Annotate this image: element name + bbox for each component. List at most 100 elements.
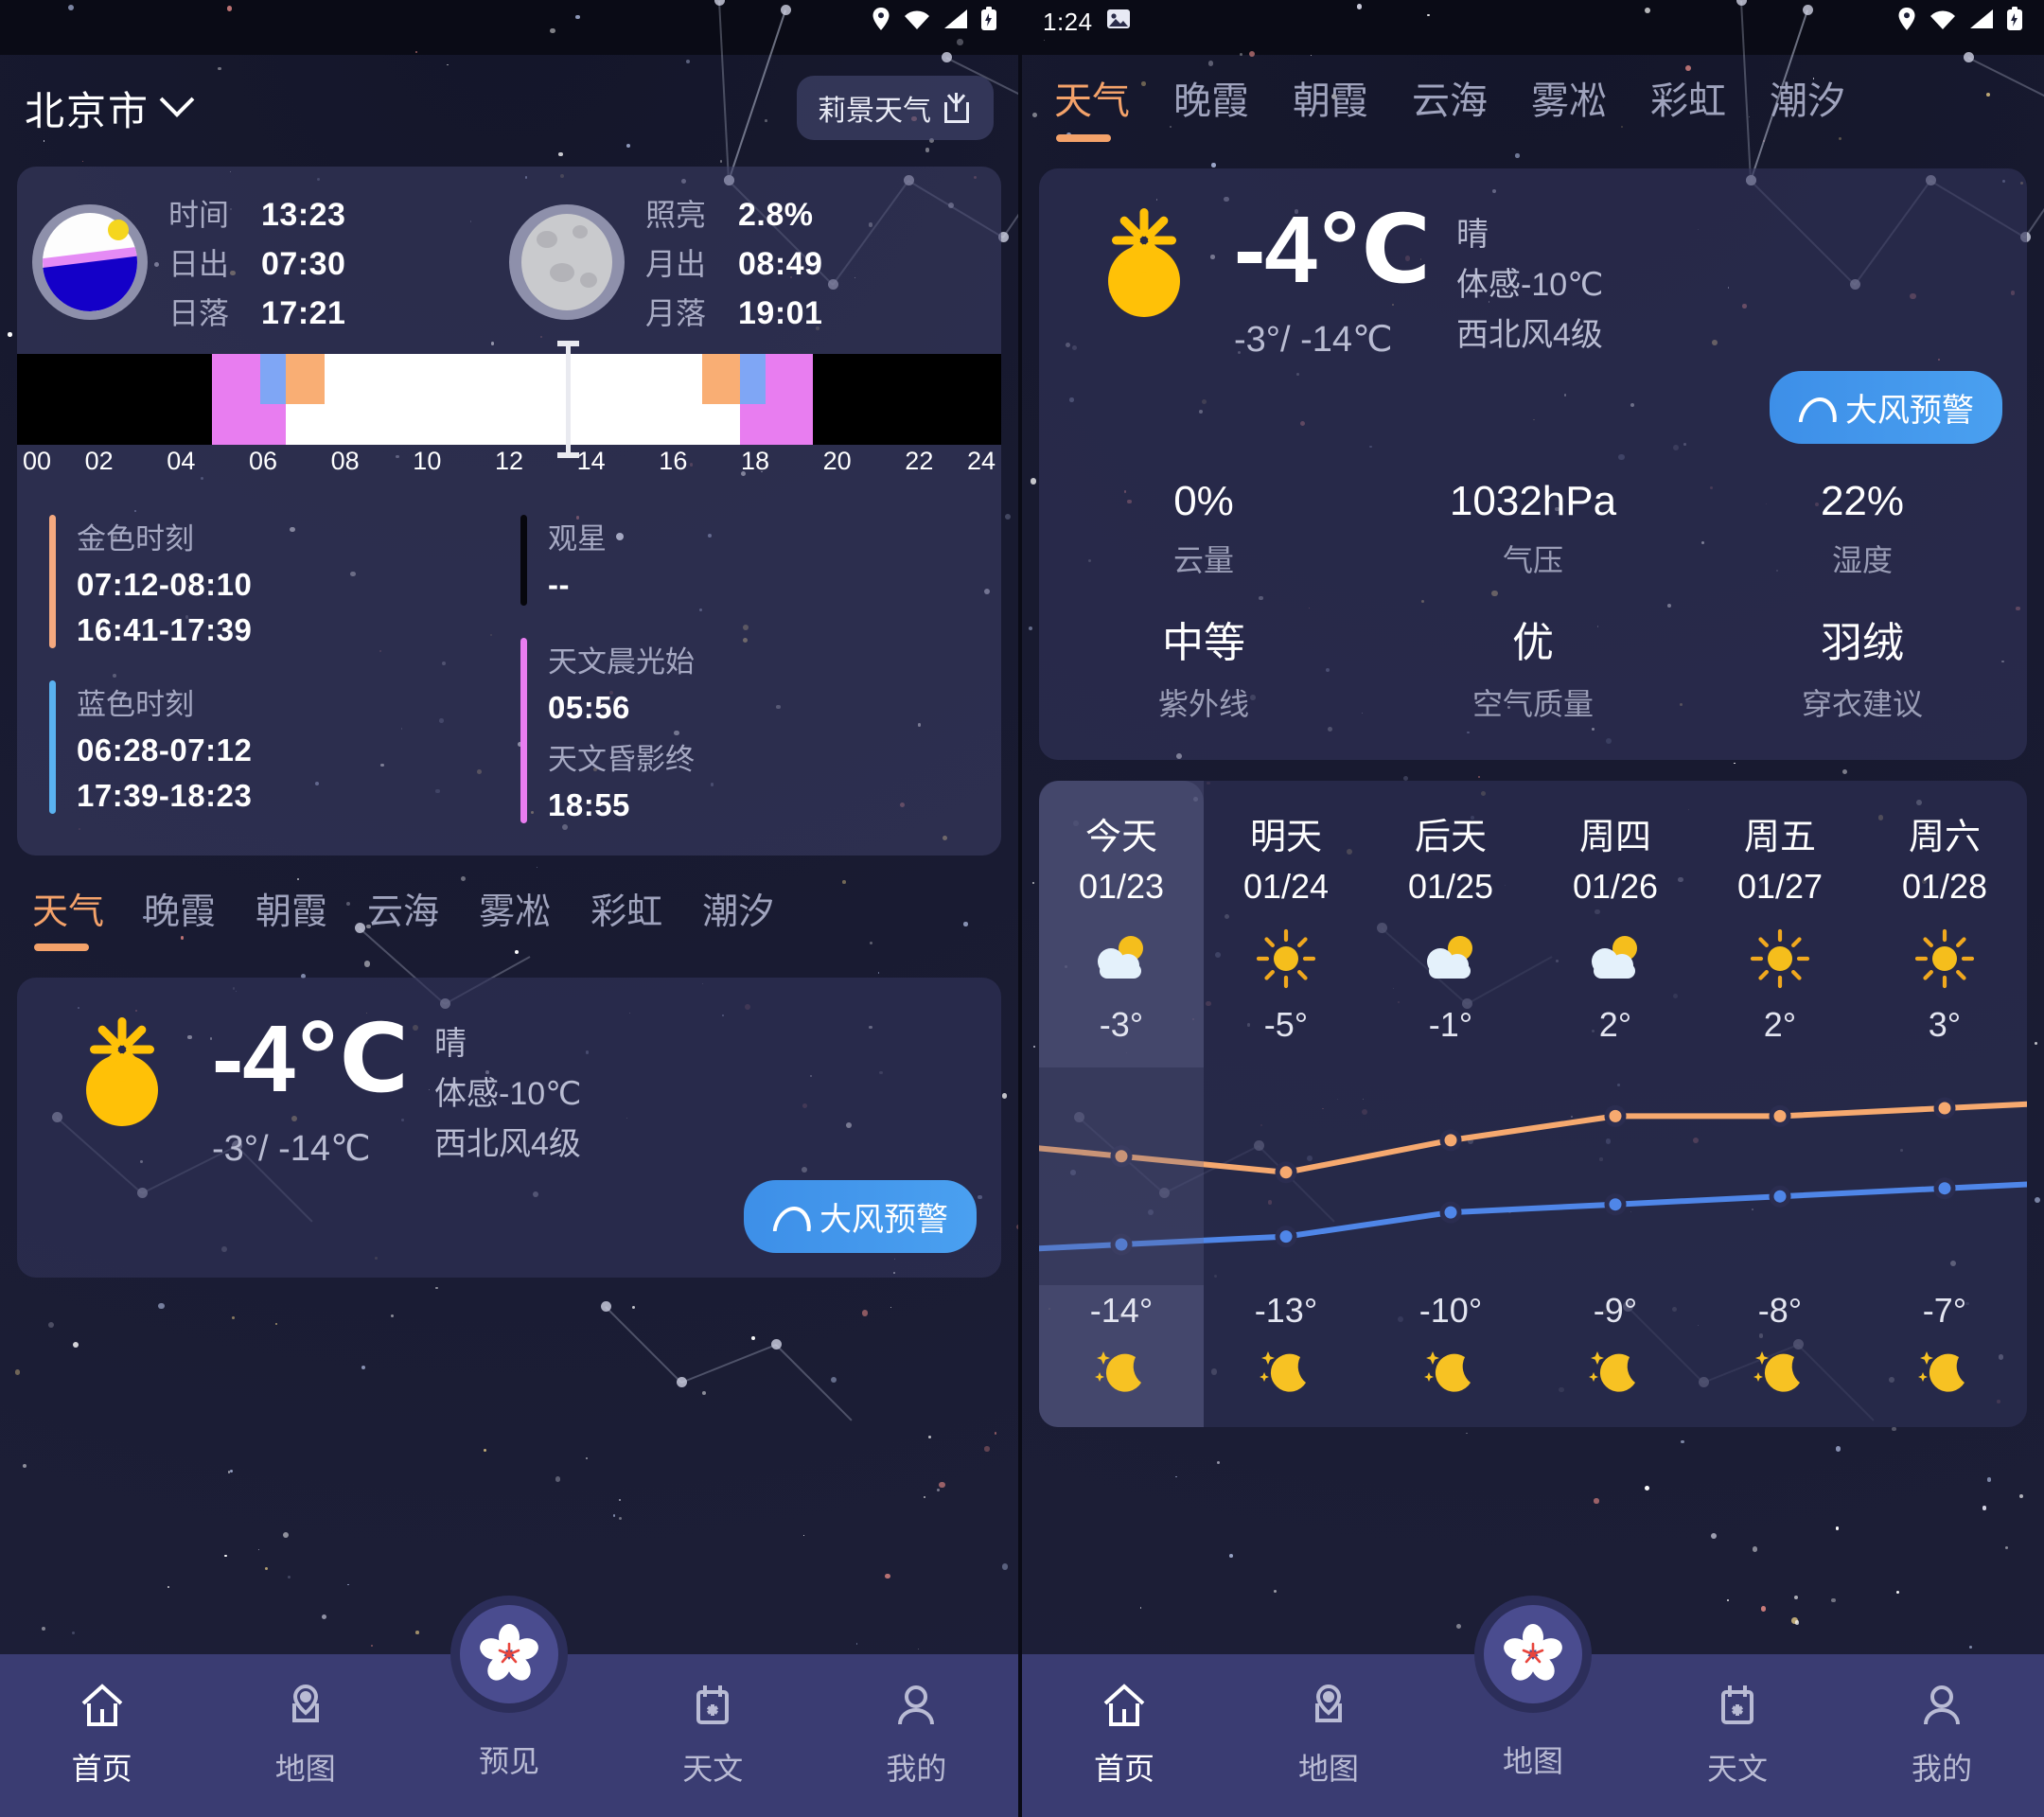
forecast-night-column[interactable]: -10° [1368,1285,1533,1427]
tab-sunset[interactable]: 晚霞 [1173,70,1249,144]
metric-humidity: 22% 湿度 [1698,478,2027,580]
forecast-night-column[interactable]: -9° [1533,1285,1698,1427]
calendar-star-icon [1713,1679,1762,1732]
forecast-date: 01/25 [1407,867,1494,906]
nav-item-astronomy[interactable]: 天文 [1635,1654,1840,1789]
flower-icon[interactable] [1484,1605,1582,1703]
user-icon [891,1679,941,1732]
sun-row: 日出 07:30 [168,240,345,284]
partly-cloudy-icon [1582,927,1648,990]
astro-event-time: 17:39-18:23 [77,778,253,813]
timeline-segment [765,354,813,445]
weather-condition: 晴 [1456,216,1489,253]
forecast-night-column[interactable]: -7° [1862,1285,2027,1427]
moon-row-value: 2.8% [738,197,814,233]
forecast-day-name: 周六 [1908,818,1981,857]
nav-label-profile: 我的 [886,1752,947,1786]
sun-row: 日落 17:21 [168,290,345,333]
astro-event-title: 金色时刻 [77,522,194,556]
moon-stars-icon [1749,1344,1811,1402]
nav-label-profile: 我的 [1911,1752,1972,1786]
moon-stars-icon [1090,1344,1153,1402]
wifi-icon [1929,8,1957,37]
forecast-date: 01/24 [1242,867,1330,906]
tab-cloudsea[interactable]: 云海 [1412,70,1488,144]
nav-item-home[interactable]: 首页 [1022,1654,1226,1789]
moon-stars-icon [1913,1344,1976,1402]
weather-card-right: -4℃ -3°/ -14℃ 晴 体感-10℃ 西北风4级 大风预警 0% 云量 … [1039,168,2027,760]
app-screen: 北京市 莉景天气 时间 13:23 日出 07:30 日落 17:21 照亮 2… [0,0,2044,1817]
nav-item-map[interactable]: 地图 [203,1654,407,1789]
partly-cloudy-icon [1418,927,1484,990]
share-icon[interactable] [944,93,973,123]
daylight-timeline[interactable] [17,341,1001,458]
nav-item-profile[interactable]: 我的 [815,1654,1018,1789]
moon-row-value: 19:01 [738,295,823,331]
tab-sunrise[interactable]: 朝霞 [1293,70,1368,144]
tab-tide[interactable]: 潮汐 [702,882,774,953]
forecast-day-column[interactable]: 今天 01/23 -3° [1039,781,1204,1067]
nav-item-astronomy[interactable]: 天文 [611,1654,815,1789]
forecast-night-column[interactable]: -13° [1204,1285,1368,1427]
tab-rime[interactable]: 雾凇 [1531,70,1607,144]
forecast-day-column[interactable]: 周四 01/26 2° [1533,781,1698,1067]
tab-tide[interactable]: 潮汐 [1770,70,1845,144]
astro-event-title: 观星 [548,515,624,557]
timeline-segment [211,354,260,445]
moon-stars-icon [1255,1344,1317,1402]
nav-item-center[interactable]: 地图 [1431,1605,1635,1781]
sun-row-label: 日出 [168,247,230,281]
forecast-day-column[interactable]: 周五 01/27 2° [1698,781,1862,1067]
forecast-night-column[interactable]: -14° [1039,1285,1204,1427]
nav-label-home: 首页 [71,1752,132,1786]
tab-rainbow[interactable]: 彩虹 [1650,70,1726,144]
astro-event-title: 天文昏影终 [548,743,695,776]
astronomy-card: 时间 13:23 日出 07:30 日落 17:21 照亮 2.8% 月出 08… [17,167,1001,856]
tab-rainbow[interactable]: 彩虹 [590,882,662,953]
forecast-day-column[interactable]: 周六 01/28 3° [1862,781,2027,1067]
flower-icon[interactable] [460,1605,558,1703]
timeline-tick: 06 [248,447,278,475]
category-tabs-left: 天气 晚霞 朝霞 云海 雾凇 彩虹 潮汐 [0,856,1018,953]
astro-event-title: 天文晨光始 [548,645,695,679]
nav-item-map[interactable]: 地图 [1226,1654,1431,1789]
timeline-tick: 24 [966,447,996,475]
tab-rime[interactable]: 雾凇 [479,882,551,953]
current-temperature: -4℃ [1234,196,1431,303]
bullet-dot-icon [616,532,624,540]
tab-weather[interactable]: 天气 [1054,70,1130,144]
forecast-day-column[interactable]: 明天 01/24 -5° [1204,781,1368,1067]
timeline-segment [325,354,702,445]
forecast-high-temp: -3° [1099,1005,1144,1044]
forecast-low-temp: -9° [1593,1291,1638,1330]
signal-icon [943,8,969,37]
timeline-segment [259,403,287,445]
image-icon [1106,8,1131,37]
moon-row: 照亮 2.8% [645,191,822,235]
forecast-day-column[interactable]: 后天 01/25 -1° [1368,781,1533,1067]
nav-item-home[interactable]: 首页 [0,1654,203,1789]
wind-alert-badge[interactable]: 大风预警 [1770,371,2002,444]
timeline-segment [701,403,740,445]
forecast-low-temp: -14° [1089,1291,1154,1330]
city-selector[interactable]: 北京市 [25,79,195,137]
timeline-segment [739,403,766,445]
forecast-day-name: 周四 [1578,818,1651,857]
tab-cloudsea[interactable]: 云海 [367,882,439,953]
tab-sunset[interactable]: 晚霞 [144,882,216,953]
timeline-tick: 10 [413,447,442,475]
forecast-high-temp: -5° [1263,1005,1309,1044]
nav-item-forecast[interactable]: 预见 [407,1605,610,1781]
brand-share-button[interactable]: 莉景天气 [797,76,994,140]
timeline-now-marker [556,341,579,458]
wind-alert-badge[interactable]: 大风预警 [744,1180,977,1253]
signal-icon [1968,8,1995,37]
timeline-tick: 00 [23,447,52,475]
timeline-tick: 14 [576,447,606,475]
forecast-night-column[interactable]: -8° [1698,1285,1862,1427]
tab-sunrise[interactable]: 朝霞 [256,882,327,953]
wind-alert-icon [772,1203,806,1231]
nav-item-profile[interactable]: 我的 [1840,1654,2044,1789]
weather-metrics: 0% 云量 1032hPa 气压 22% 湿度 中等 紫外线 优 空气质量 羽绒… [1039,468,2027,760]
tab-weather[interactable]: 天气 [32,882,104,953]
